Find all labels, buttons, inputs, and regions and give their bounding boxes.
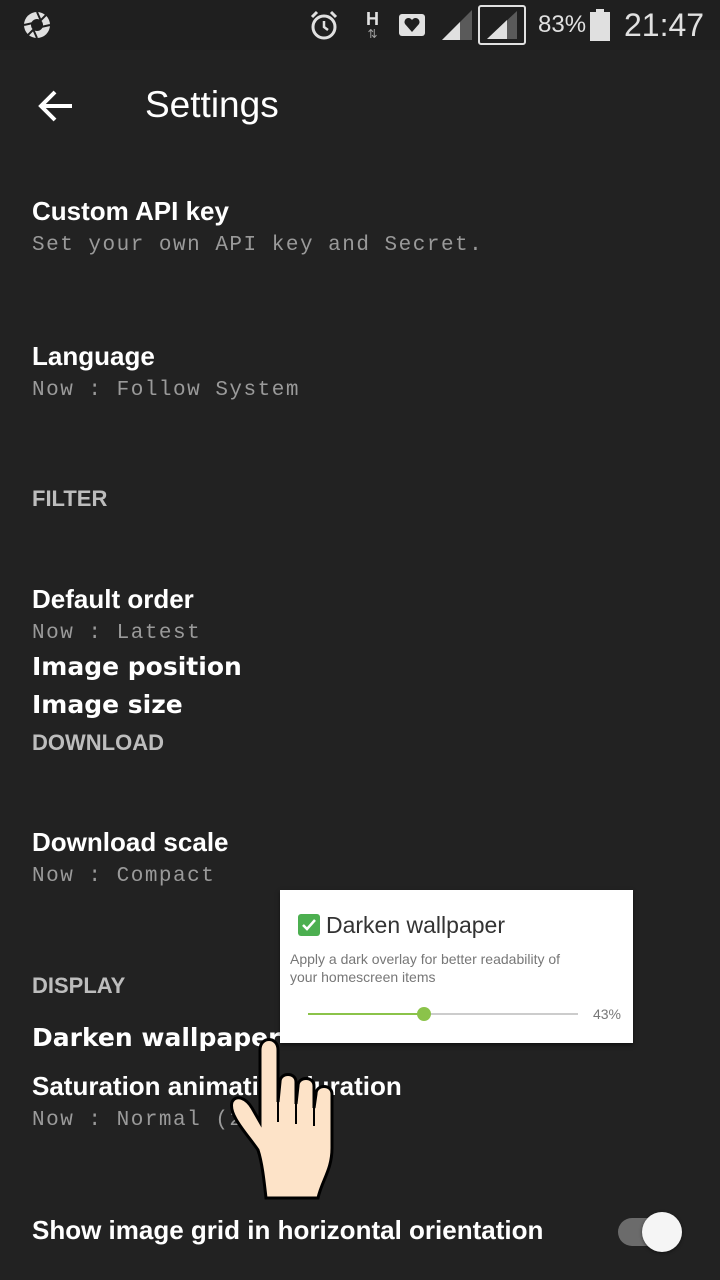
page-title: Settings <box>145 84 279 125</box>
pointing-hand-icon <box>230 1038 334 1200</box>
slider-value: 43% <box>592 1006 621 1022</box>
check-icon <box>302 919 316 931</box>
setting-subtitle: Now : Follow System <box>32 379 300 402</box>
setting-title: Custom API key <box>32 196 229 226</box>
clock: 21:47 <box>624 6 705 43</box>
setting-image-position[interactable]: Image position <box>32 652 242 681</box>
alarm-icon <box>308 0 340 50</box>
status-bar: H ⇅ 83% 21:47 <box>0 0 720 50</box>
setting-title: Default order <box>32 584 194 614</box>
shutter-icon <box>22 0 52 50</box>
darken-wallpaper-popup: Darken wallpaper Apply a dark overlay fo… <box>280 890 633 1043</box>
setting-subtitle: Now : Latest <box>32 622 202 645</box>
toggle-thumb <box>642 1212 682 1252</box>
setting-title: Language <box>32 341 155 371</box>
darken-slider[interactable] <box>308 1007 578 1021</box>
setting-subtitle: Set your own API key and Secret. <box>32 234 484 257</box>
battery-percent: 83% <box>538 11 587 38</box>
signal-icon <box>440 0 474 50</box>
slider-thumb[interactable] <box>417 1007 432 1021</box>
data-arrows-icon: H ⇅ <box>366 9 379 41</box>
heart-notification-icon <box>398 0 426 50</box>
battery-icon <box>590 0 610 50</box>
setting-subtitle: Now : Normal (2 <box>32 1109 244 1132</box>
setting-subtitle: Now : Compact <box>32 865 216 888</box>
slider-fill <box>308 1013 425 1015</box>
popup-title: Darken wallpaper <box>326 912 505 938</box>
setting-title: Download scale <box>32 827 229 857</box>
arrow-back-icon <box>38 90 72 122</box>
section-header-display: DISPLAY <box>32 973 126 998</box>
popup-description: Apply a dark overlay for better readabil… <box>290 951 561 985</box>
show-grid-toggle[interactable] <box>618 1212 682 1252</box>
section-header-filter: FILTER <box>32 486 108 511</box>
app-bar: Settings <box>0 50 720 162</box>
section-header-download: DOWNLOAD <box>32 730 164 755</box>
setting-title: Show image grid in horizontal orientatio… <box>32 1215 544 1245</box>
darken-checkbox[interactable] <box>298 914 320 936</box>
network-type-label: H <box>366 9 379 29</box>
setting-image-size[interactable]: Image size <box>32 690 183 719</box>
back-button[interactable] <box>30 80 82 132</box>
signal-icon-outlined <box>478 0 526 50</box>
